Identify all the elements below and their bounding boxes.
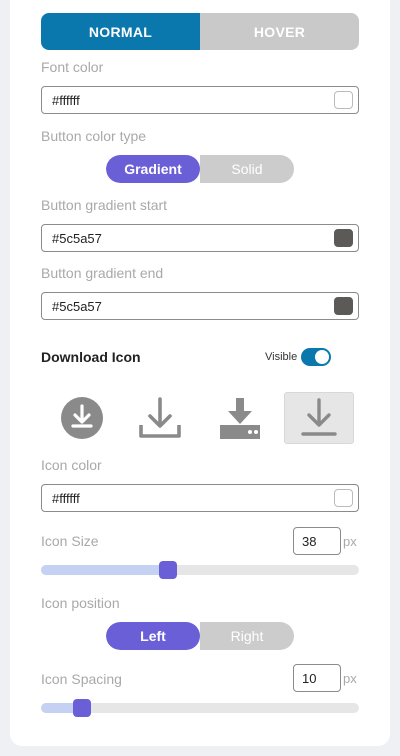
icon-position-toggle: Left Right	[106, 622, 294, 650]
download-underline-icon	[301, 398, 337, 436]
icon-color-value: #ffffff	[52, 490, 80, 506]
icon-size-input[interactable]: 38	[293, 527, 341, 555]
icon-option-drive[interactable]	[205, 392, 275, 444]
icon-size-value: 38	[302, 533, 317, 549]
icon-size-unit: px	[343, 534, 357, 549]
icon-spacing-value: 10	[302, 670, 317, 686]
download-drive-icon	[220, 398, 260, 439]
visible-label: Visible	[265, 351, 298, 363]
font-color-swatch[interactable]	[334, 91, 353, 109]
icon-color-label: Icon color	[41, 457, 102, 473]
gradient-start-label: Button gradient start	[41, 197, 168, 213]
download-circle-icon	[61, 397, 103, 439]
gradient-end-field[interactable]: #5c5a57	[41, 292, 359, 320]
visible-switch[interactable]	[301, 348, 331, 366]
state-toggle: NORMAL HOVER	[41, 13, 359, 50]
font-color-value: #ffffff	[52, 92, 80, 108]
button-color-type-toggle: Gradient Solid	[106, 155, 294, 183]
icon-size-label: Icon Size	[41, 533, 99, 549]
icon-color-field[interactable]: #ffffff	[41, 484, 359, 512]
font-color-label: Font color	[41, 59, 104, 75]
icon-option-tray[interactable]	[125, 392, 195, 444]
option-right[interactable]: Right	[200, 622, 294, 650]
icon-spacing-unit: px	[343, 671, 357, 686]
icon-spacing-slider[interactable]	[41, 699, 359, 717]
font-color-field[interactable]: #ffffff	[41, 86, 359, 114]
button-color-type-label: Button color type	[41, 128, 147, 144]
download-tray-icon	[139, 397, 181, 438]
option-gradient[interactable]: Gradient	[106, 155, 200, 183]
icon-size-thumb[interactable]	[159, 561, 178, 579]
tab-normal[interactable]: NORMAL	[41, 13, 200, 50]
icon-spacing-thumb[interactable]	[73, 699, 92, 717]
gradient-end-value: #5c5a57	[52, 298, 102, 314]
download-icon-title: Download Icon	[41, 349, 141, 365]
gradient-end-label: Button gradient end	[41, 265, 164, 281]
switch-knob	[315, 350, 329, 364]
icon-size-fill	[41, 565, 169, 575]
tab-hover[interactable]: HOVER	[200, 13, 359, 50]
gradient-start-value: #5c5a57	[52, 230, 102, 246]
icon-option-underline[interactable]	[284, 392, 354, 444]
gradient-start-field[interactable]: #5c5a57	[41, 224, 359, 252]
icon-spacing-input[interactable]: 10	[293, 664, 341, 692]
icon-color-swatch[interactable]	[334, 489, 353, 507]
icon-size-slider[interactable]	[41, 561, 359, 579]
option-left[interactable]: Left	[106, 622, 200, 650]
gradient-start-swatch[interactable]	[334, 229, 353, 247]
option-solid[interactable]: Solid	[200, 155, 294, 183]
icon-position-label: Icon position	[41, 595, 120, 611]
icon-option-circle[interactable]	[47, 392, 117, 444]
icon-spacing-label: Icon Spacing	[41, 671, 122, 687]
gradient-end-swatch[interactable]	[334, 297, 353, 315]
